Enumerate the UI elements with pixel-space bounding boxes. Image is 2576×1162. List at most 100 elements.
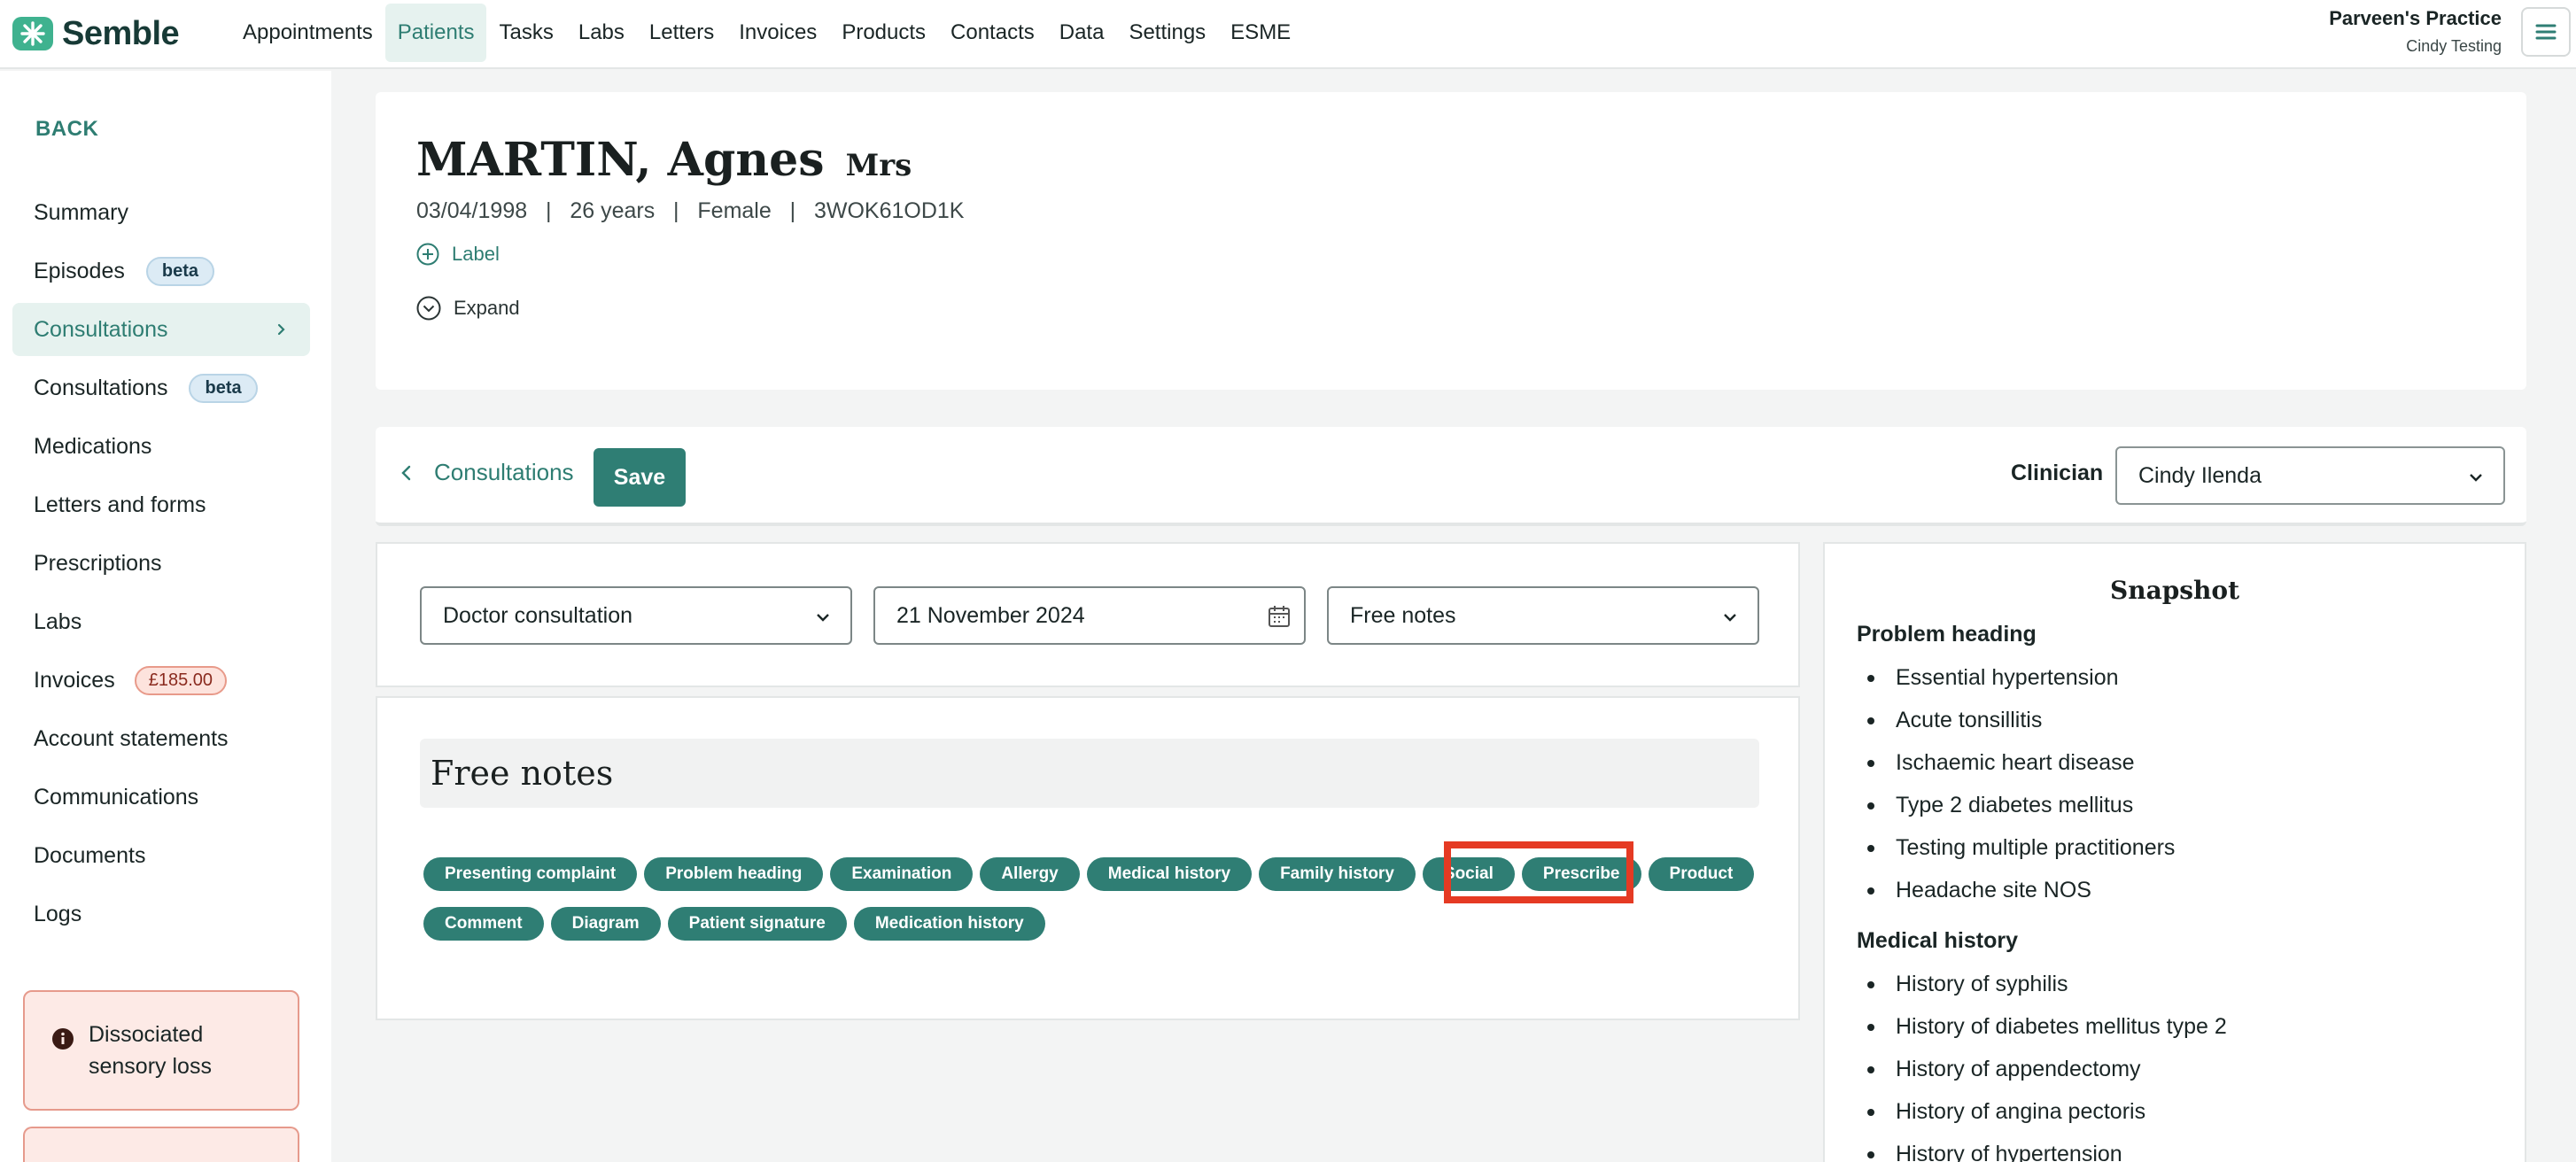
chip-social[interactable]: Social [1422,857,1515,891]
nav-esme[interactable]: ESME [1218,4,1303,62]
save-button[interactable]: Save [594,448,686,507]
patient-header-card: MARTIN, Agnes Mrs 03/04/1998 | 26 years … [376,92,2526,390]
back-consultations-label: Consultations [434,459,574,485]
list-item: Essential hypertension [1866,664,2175,707]
chip-medical-history[interactable]: Medical history [1086,857,1253,891]
alert-text: Dissociated sensory loss [89,1022,212,1079]
list-item: Acute tonsillitis [1866,707,2175,749]
chip-comment[interactable]: Comment [423,907,544,941]
chip-product[interactable]: Product [1648,857,1755,891]
practice-switcher[interactable]: Parveen's Practice Cindy Testing [2329,7,2502,56]
chip-presenting-complaint[interactable]: Presenting complaint [423,857,638,891]
chip-problem-heading[interactable]: Problem heading [644,857,824,891]
chip-diagram[interactable]: Diagram [550,907,661,941]
chip-examination[interactable]: Examination [830,857,974,891]
nav-contacts[interactable]: Contacts [938,4,1047,62]
nav-letters[interactable]: Letters [637,4,726,62]
consultation-date-value: 21 November 2024 [896,602,1085,628]
sidebar-item-label: Documents [34,842,146,868]
patient-alert[interactable]: Dissociated sensory loss [23,990,299,1111]
sidebar-item-letters-and-forms[interactable]: Letters and forms [12,478,310,531]
plus-circle-icon [416,243,439,266]
patient-sex: Female [697,198,772,223]
consultation-type-value: Doctor consultation [443,602,633,628]
nav-labs[interactable]: Labs [566,4,637,62]
sidebar-item-labs[interactable]: Labs [12,595,310,648]
free-notes-header: Free notes [420,739,1759,808]
consultation-type-select[interactable]: Doctor consultation [420,586,852,645]
sidebar-item-invoices[interactable]: Invoices £185.00 [12,654,310,707]
list-item: Ischaemic heart disease [1866,749,2175,792]
sidebar-item-summary[interactable]: Summary [12,186,310,239]
menu-button[interactable] [2521,7,2571,57]
add-label-button[interactable]: Label [416,243,500,266]
calendar-icon[interactable] [1267,604,1292,629]
chevron-down-circle-icon [416,296,441,321]
nav-invoices[interactable]: Invoices [726,4,829,62]
consultation-date-input[interactable]: 21 November 2024 [873,586,1306,645]
list-item: History of hypertension [1867,1141,2227,1162]
separator: | [777,198,808,223]
patient-alert-partial[interactable] [23,1127,299,1162]
consultation-toolbar: Consultations Save Clinician Cindy Ilend… [376,427,2526,526]
template-value: Free notes [1350,602,1456,628]
chevron-down-icon [2470,474,2482,482]
sidebar-item-logs[interactable]: Logs [12,887,310,941]
nav-patients[interactable]: Patients [384,4,487,62]
chevron-left-icon [401,465,411,480]
sidebar-item-consultations[interactable]: Consultations [12,303,310,356]
problem-list: Essential hypertension Acute tonsillitis… [1866,664,2175,919]
info-icon [52,1028,74,1050]
separator: | [533,198,564,223]
snapshot-panel: Snapshot Problem heading Essential hyper… [1823,542,2526,1162]
sidebar-item-medications[interactable]: Medications [12,420,310,473]
nav-settings[interactable]: Settings [1116,4,1218,62]
chevron-right-icon [277,323,285,336]
patient-name: MARTIN, Agnes Mrs [416,133,912,187]
nav-products[interactable]: Products [829,4,938,62]
sidebar-item-label: Letters and forms [34,492,206,517]
chip-allergy[interactable]: Allergy [980,857,1080,891]
clinician-label: Clinician [2011,461,2104,485]
back-link[interactable]: BACK [35,117,98,142]
chip-prescribe[interactable]: Prescribe [1521,857,1641,891]
hamburger-icon [2535,24,2557,40]
sidebar-item-label: Episodes [34,258,125,283]
sidebar-item-label: Summary [34,199,128,225]
main-nav: Appointments Patients Tasks Labs Letters… [230,4,1303,62]
semble-wordmark: Semble [62,14,180,52]
add-label-text: Label [452,243,500,265]
sidebar-item-account-statements[interactable]: Account statements [12,712,310,765]
snapshot-section-heading: Medical history [1857,928,2018,953]
sidebar-item-episodes[interactable]: Episodes beta [12,244,310,298]
sidebar-item-label: Communications [34,784,199,810]
sidebar-item-label: Consultations [34,316,168,342]
patient-id: 3WOK61OD1K [813,198,965,223]
back-to-consultations[interactable]: Consultations [400,459,574,486]
sidebar-item-documents[interactable]: Documents [12,829,310,882]
expand-button[interactable]: Expand [416,296,520,321]
nav-data[interactable]: Data [1047,4,1117,62]
sidebar-item-label: Prescriptions [34,550,162,576]
chip-family-history[interactable]: Family history [1259,857,1416,891]
sidebar-item-consultations-beta[interactable]: Consultations beta [12,361,310,414]
sidebar-item-prescriptions[interactable]: Prescriptions [12,537,310,590]
beta-badge: beta [189,373,258,403]
template-select[interactable]: Free notes [1327,586,1759,645]
patient-dob: 03/04/1998 [416,198,528,223]
chip-medication-history[interactable]: Medication history [853,907,1045,941]
patient-title: Mrs [845,148,912,183]
balance-badge: £185.00 [134,665,228,695]
patient-age: 26 years [570,198,656,223]
semble-logo[interactable]: Semble [12,14,180,53]
sidebar-item-communications[interactable]: Communications [12,771,310,824]
list-item: History of diabetes mellitus type 2 [1867,1013,2227,1056]
beta-badge: beta [145,256,214,286]
free-notes-title: Free notes [431,754,614,793]
clinician-select[interactable]: Cindy Ilenda [2115,446,2505,505]
list-item: History of syphilis [1867,971,2227,1013]
nav-appointments[interactable]: Appointments [230,4,385,62]
chip-patient-signature[interactable]: Patient signature [667,907,847,941]
nav-tasks[interactable]: Tasks [486,4,565,62]
sidebar-item-label: Invoices [34,667,115,693]
